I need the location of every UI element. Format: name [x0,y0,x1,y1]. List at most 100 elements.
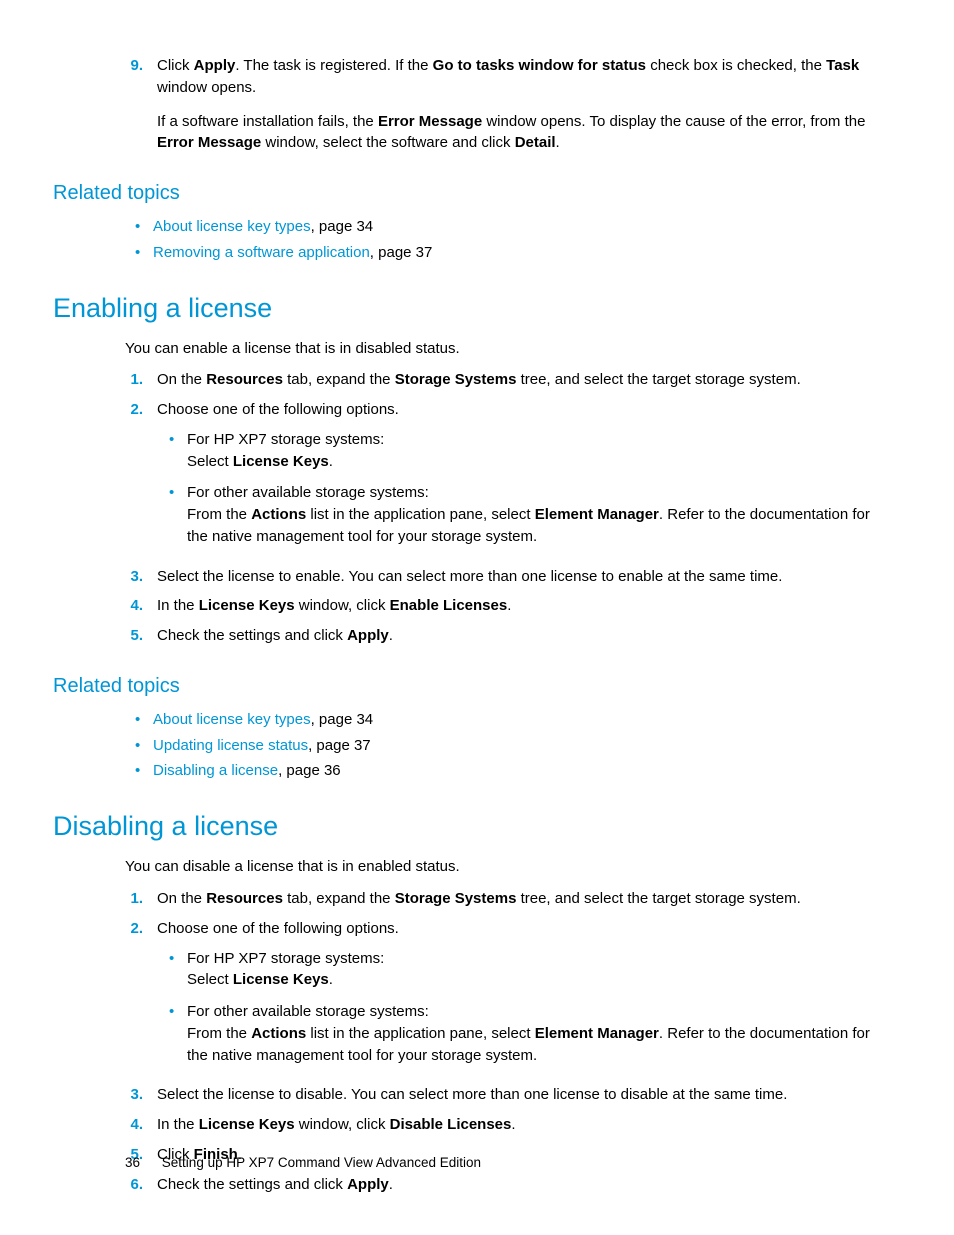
related-topics-list: About license key types, page 34 Removin… [53,216,879,264]
text: tab, expand the [283,371,395,388]
step-number: 1. [53,369,157,391]
bold-text: Error Message [157,134,261,151]
text: window, click [295,1116,390,1133]
step-content: On the Resources tab, expand the Storage… [157,888,879,910]
text: tab, expand the [283,890,395,907]
text: tree, and select the target storage syst… [516,371,800,388]
text: , page 37 [370,244,433,261]
text: . [389,627,393,644]
heading-disabling-a-license: Disabling a license [53,807,879,846]
bold-text: Error Message [378,113,482,130]
step-number: 3. [53,1084,157,1106]
text: From the [187,1025,251,1042]
link-about-license-key-types[interactable]: About license key types [153,711,311,728]
text: On the [157,890,206,907]
paragraph: Click Apply. The task is registered. If … [157,55,879,99]
bold-text: Resources [206,890,283,907]
text: Check the settings and click [157,627,347,644]
bold-text: Resources [206,371,283,388]
list-item: 1. On the Resources tab, expand the Stor… [53,888,879,910]
text: , page 37 [308,737,371,754]
step-content: In the License Keys window, click Disabl… [157,1114,879,1136]
bold-text: License Keys [233,971,329,988]
step-9-list: 9. Click Apply. The task is registered. … [53,55,879,154]
step-content: Choose one of the following options. For… [157,918,879,1077]
list-item: 3. Select the license to disable. You ca… [53,1084,879,1106]
intro-text: You can disable a license that is in ena… [125,856,879,878]
paragraph: If a software installation fails, the Er… [157,111,879,155]
text: From the Actions list in the application… [187,504,879,548]
text: . [329,453,333,470]
heading-enabling-a-license: Enabling a license [53,289,879,328]
step-number: 4. [53,595,157,617]
bold-text: License Keys [199,597,295,614]
text: . The task is registered. If the [235,57,432,74]
text: For HP XP7 storage systems: [187,429,879,451]
document-page: 9. Click Apply. The task is registered. … [0,0,954,1235]
bold-text: Apply [347,1176,389,1193]
text: . [329,971,333,988]
list-item: 4. In the License Keys window, click Dis… [53,1114,879,1136]
list-item: 2. Choose one of the following options. … [53,918,879,1077]
text: Select [187,971,233,988]
nested-list: For HP XP7 storage systems: Select Licen… [157,429,879,548]
list-item: For other available storage systems: Fro… [167,1001,879,1066]
step-content: Select the license to enable. You can se… [157,566,879,588]
list-item: For other available storage systems: Fro… [167,482,879,547]
footer-title: Setting up HP XP7 Command View Advanced … [162,1155,481,1170]
step-content: On the Resources tab, expand the Storage… [157,369,879,391]
bold-text: License Keys [199,1116,295,1133]
text: tree, and select the target storage syst… [516,890,800,907]
list-item: About license key types, page 34 [133,709,879,731]
bold-text: Actions [251,506,306,523]
text: , page 34 [311,711,374,728]
bold-text: Enable Licenses [390,597,508,614]
text: For other available storage systems: [187,1001,879,1023]
bold-text: License Keys [233,453,329,470]
link-disabling-a-license[interactable]: Disabling a license [153,762,278,779]
text: window, select the software and click [261,134,514,151]
text: list in the application pane, select [306,506,534,523]
bold-text: Storage Systems [395,371,517,388]
text: Select [187,453,233,470]
text: From the Actions list in the application… [187,1023,879,1067]
bold-text: Apply [194,57,236,74]
link-updating-license-status[interactable]: Updating license status [153,737,308,754]
list-item: 1. On the Resources tab, expand the Stor… [53,369,879,391]
list-item: 4. In the License Keys window, click Ena… [53,595,879,617]
bold-text: Apply [347,627,389,644]
bold-text: Storage Systems [395,890,517,907]
bold-text: Disable Licenses [390,1116,512,1133]
step-number: 4. [53,1114,157,1136]
step-number: 2. [53,399,157,558]
related-topics-heading: Related topics [53,179,879,208]
text: window opens. To display the cause of th… [482,113,865,130]
list-item: For HP XP7 storage systems: Select Licen… [167,948,879,992]
list-item: Removing a software application, page 37 [133,242,879,264]
bold-text: Task [826,57,859,74]
text: . [389,1176,393,1193]
step-content: In the License Keys window, click Enable… [157,595,879,617]
text: Select License Keys. [187,969,879,991]
text: . [507,597,511,614]
link-removing-software-application[interactable]: Removing a software application [153,244,370,261]
step-number: 1. [53,888,157,910]
list-item: Updating license status, page 37 [133,735,879,757]
nested-list: For HP XP7 storage systems: Select Licen… [157,948,879,1067]
list-item: About license key types, page 34 [133,216,879,238]
list-item: 6. Check the settings and click Apply. [53,1174,879,1196]
text: Choose one of the following options. [157,401,399,418]
text: , page 36 [278,762,341,779]
text: window, click [295,597,390,614]
text: Select License Keys. [187,451,879,473]
step-number: 2. [53,918,157,1077]
text: For other available storage systems: [187,482,879,504]
text: If a software installation fails, the [157,113,378,130]
text: . [556,134,560,151]
related-topics-list: About license key types, page 34 Updatin… [53,709,879,782]
link-about-license-key-types[interactable]: About license key types [153,218,311,235]
step-content: Choose one of the following options. For… [157,399,879,558]
bold-text: Element Manager [535,1025,659,1042]
step-content: Select the license to disable. You can s… [157,1084,879,1106]
step-number: 3. [53,566,157,588]
